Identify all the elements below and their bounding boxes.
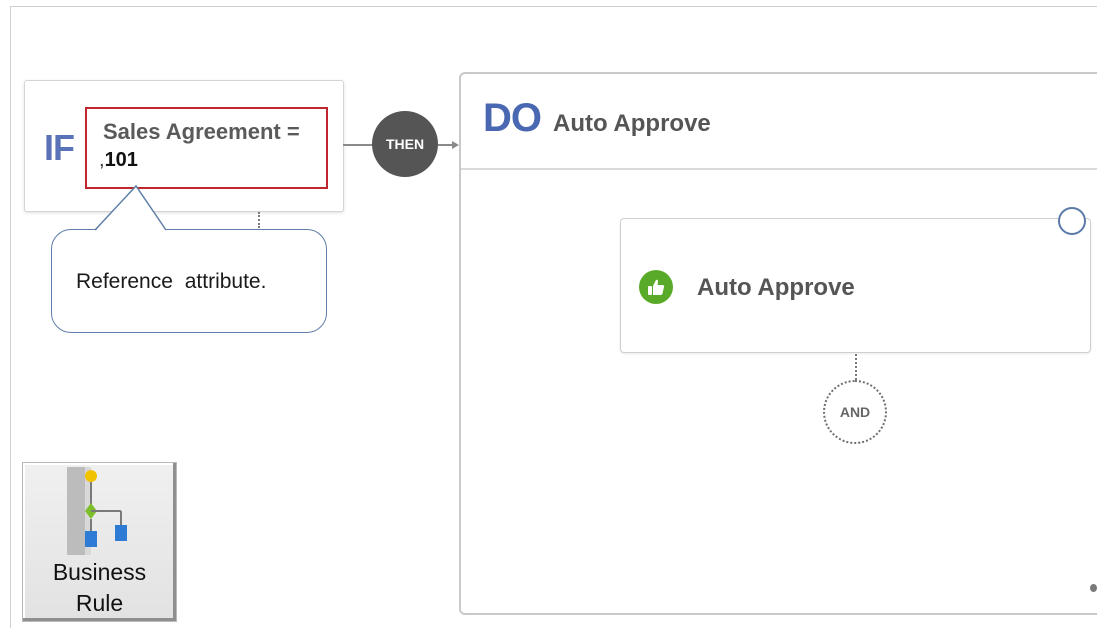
do-title: Auto Approve xyxy=(553,110,711,137)
condition-value-line: ,101 xyxy=(99,149,138,172)
thumbs-up-icon xyxy=(639,270,673,304)
condition-attribute: Sales Agreement = xyxy=(103,119,300,144)
do-header: DO Auto Approve xyxy=(461,74,1097,170)
then-arrow-icon xyxy=(452,141,459,149)
action-dotted-connector xyxy=(855,354,857,380)
and-node[interactable]: AND xyxy=(823,380,887,444)
canvas-left-border xyxy=(10,6,11,628)
resize-handle-icon[interactable] xyxy=(1090,584,1097,592)
flowchart-icon xyxy=(67,467,127,555)
if-then-line xyxy=(343,144,373,146)
business-rule-label: Business Rule xyxy=(23,557,176,619)
business-rule-label-line2: Rule xyxy=(75,590,124,616)
if-condition-block[interactable]: IF Sales Agreement = ,101 xyxy=(24,80,344,212)
if-dotted-connector xyxy=(258,212,260,228)
then-node[interactable]: THEN xyxy=(372,111,438,177)
card-connection-handle[interactable] xyxy=(1058,207,1086,235)
if-keyword: IF xyxy=(44,127,75,168)
condition-highlight-box[interactable]: Sales Agreement = ,101 xyxy=(85,107,328,189)
business-rule-label-line1: Business xyxy=(52,559,147,585)
do-keyword: DO xyxy=(483,96,542,140)
callout-text: Reference attribute. xyxy=(76,270,267,293)
then-do-line xyxy=(438,144,452,146)
action-title: Auto Approve xyxy=(697,274,855,301)
callout-bubble: Reference attribute. xyxy=(51,229,327,333)
canvas-top-border xyxy=(10,6,1097,7)
condition-value: 101 xyxy=(104,149,138,171)
auto-approve-action-card[interactable]: Auto Approve xyxy=(620,218,1091,353)
business-rule-button[interactable]: Business Rule xyxy=(22,462,177,622)
